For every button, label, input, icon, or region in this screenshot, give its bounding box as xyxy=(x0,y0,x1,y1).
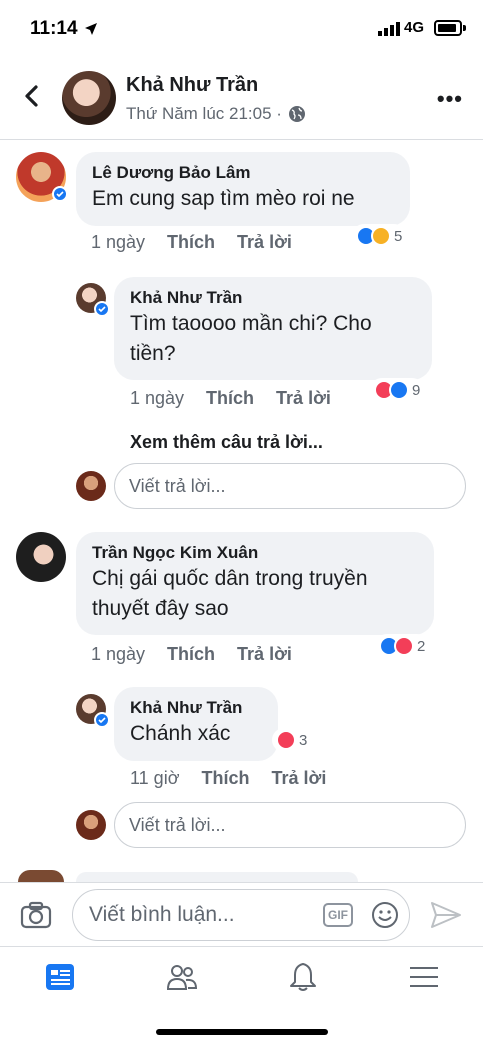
reply-text-line1: Tìm taoooo mần chi? Cho xyxy=(130,312,372,335)
verified-badge-icon xyxy=(94,301,110,317)
battery-tip xyxy=(463,25,466,31)
home-indicator[interactable] xyxy=(156,1029,328,1035)
comment-text-line1: Chị gái quốc dân trong truyền xyxy=(92,567,368,590)
current-user-avatar xyxy=(76,810,106,840)
bottom-tab-bar xyxy=(0,946,483,1047)
comment-bubble[interactable]: Lê Dương Bảo Lâm Em cung sap tìm mèo roi… xyxy=(76,152,410,226)
reaction-summary[interactable]: 2 xyxy=(375,634,430,658)
haha-reaction-icon xyxy=(371,226,391,246)
menu-icon[interactable] xyxy=(408,961,440,993)
status-bar: 11:14 4G xyxy=(0,0,483,58)
current-user-avatar xyxy=(76,471,106,501)
reply-button[interactable]: Trả lời xyxy=(272,768,327,789)
like-reaction-icon xyxy=(389,380,409,400)
comment-time: 1 ngày xyxy=(91,644,146,664)
comment-input[interactable]: Viết bình luận... GIF xyxy=(72,889,410,941)
reply-bubble[interactable]: Khả Như Trần Chánh xác xyxy=(114,687,278,761)
love-reaction-icon xyxy=(394,636,414,656)
comment-actions: 1 ngày Thích Trả lời xyxy=(91,644,292,665)
view-more-replies-link[interactable]: Xem thêm câu trả lời... xyxy=(130,432,323,453)
reply-input[interactable]: Viết trả lời... xyxy=(114,802,466,848)
comment-time: 1 ngày xyxy=(91,232,146,252)
reply-actions: 1 ngày Thích Trả lời xyxy=(130,388,331,409)
reaction-count: 5 xyxy=(394,227,403,245)
cell-signal-icon xyxy=(378,22,400,36)
like-button[interactable]: Thích xyxy=(206,388,254,409)
emoji-icon[interactable] xyxy=(371,901,399,929)
battery-icon xyxy=(434,20,462,36)
like-button[interactable]: Thích xyxy=(167,644,215,665)
commenter-avatar[interactable] xyxy=(18,870,64,882)
network-type: 4G xyxy=(404,19,425,36)
reply-time: 1 ngày xyxy=(130,388,185,408)
reply-button[interactable]: Trả lời xyxy=(237,644,292,665)
status-time: 11:14 xyxy=(30,18,78,39)
globe-icon xyxy=(288,106,305,122)
like-button[interactable]: Thích xyxy=(202,768,250,789)
comment-actions: 1 ngày Thích Trả lời xyxy=(91,232,292,253)
reply-author[interactable]: Khả Như Trần xyxy=(130,697,262,719)
reply-text-line2: tiền? xyxy=(130,342,176,365)
news-feed-icon[interactable] xyxy=(44,961,76,993)
comment-placeholder: Viết bình luận... xyxy=(89,903,235,926)
post-time: Thứ Năm lúc 21:05 · xyxy=(126,104,282,123)
comment-text: Em cung sap tìm mèo roi ne xyxy=(92,187,355,210)
reply-actions: 11 giờ Thích Trả lời xyxy=(130,768,326,789)
reply-button[interactable]: Trả lời xyxy=(237,232,292,253)
camera-icon[interactable] xyxy=(20,901,52,929)
friends-icon[interactable] xyxy=(166,961,198,993)
reaction-summary[interactable]: 9 xyxy=(370,378,425,402)
gif-button[interactable]: GIF xyxy=(323,903,353,927)
reaction-summary[interactable]: 5 xyxy=(352,224,407,248)
reply-bubble[interactable]: Khả Như Trần Tìm taoooo mần chi? Cho tiề… xyxy=(114,277,432,380)
like-button[interactable]: Thích xyxy=(167,232,215,253)
commenter-avatar[interactable] xyxy=(16,532,66,582)
comment-author[interactable]: Trần Ngọc Kim Xuân xyxy=(92,542,418,564)
location-arrow-icon xyxy=(85,23,97,35)
author-name[interactable]: Khả Như Trần xyxy=(126,74,258,97)
reply-time: 11 giờ xyxy=(130,768,180,788)
verified-badge-icon xyxy=(52,186,68,202)
reaction-count: 3 xyxy=(299,731,308,749)
author-avatar[interactable] xyxy=(62,71,116,125)
reply-text: Chánh xác xyxy=(130,722,231,745)
reply-author[interactable]: Khả Như Trần xyxy=(130,287,416,309)
comment-text-line2: thuyết đây sao xyxy=(92,597,229,620)
reply-button[interactable]: Trả lời xyxy=(276,388,331,409)
comment-composer: Viết bình luận... GIF xyxy=(0,882,483,946)
reaction-count: 2 xyxy=(417,637,426,655)
reply-input[interactable]: Viết trả lời... xyxy=(114,463,466,509)
post-header: Khả Như Trần Thứ Năm lúc 21:05 · ••• xyxy=(0,58,483,140)
reaction-count: 9 xyxy=(412,381,421,399)
reaction-summary[interactable]: 3 xyxy=(272,728,312,752)
love-reaction-icon xyxy=(276,730,296,750)
verified-badge-icon xyxy=(94,712,110,728)
post-meta: Thứ Năm lúc 21:05 · xyxy=(126,104,306,124)
more-dots-icon[interactable]: ••• xyxy=(437,86,463,112)
comment-bubble[interactable] xyxy=(76,872,358,882)
notifications-icon[interactable] xyxy=(287,961,319,993)
back-chevron-icon[interactable] xyxy=(18,82,46,110)
comment-author[interactable]: Lê Dương Bảo Lâm xyxy=(92,162,394,184)
comment-bubble[interactable]: Trần Ngọc Kim Xuân Chị gái quốc dân tron… xyxy=(76,532,434,635)
send-icon[interactable] xyxy=(430,901,462,929)
